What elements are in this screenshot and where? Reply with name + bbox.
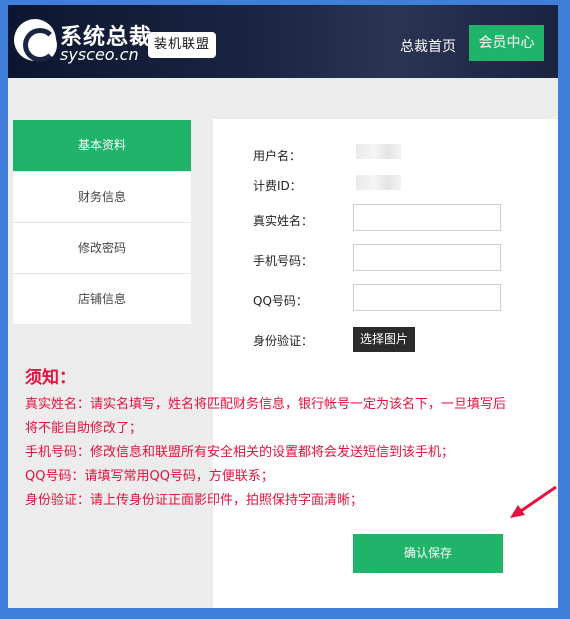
notice-block: 须知： 真实姓名：请实名填写，姓名将匹配财务信息，银行帐号一定为该名下，一旦填写… bbox=[25, 363, 555, 513]
nav-member-center[interactable]: 会员中心 bbox=[469, 25, 544, 61]
alliance-badge: 装机联盟 bbox=[148, 32, 216, 58]
red-arrow-icon bbox=[510, 485, 557, 518]
qq-label: QQ号码： bbox=[253, 294, 308, 308]
notice-title: 须知： bbox=[25, 368, 76, 388]
site-header: 系统总裁 sysceo.cn 装机联盟 总裁首页 会员中心 bbox=[8, 5, 558, 78]
billing-id-value-redacted bbox=[356, 175, 401, 190]
page-frame: 系统总裁 sysceo.cn 装机联盟 总裁首页 会员中心 基本资料 财务信息 … bbox=[8, 5, 558, 608]
sidebar-item-change-password[interactable]: 修改密码 bbox=[13, 222, 191, 273]
notice-line-id: 身份验证：请上传身份证正面影印件，拍照保持字面清晰； bbox=[25, 493, 364, 508]
id-verify-label: 身份验证： bbox=[253, 334, 314, 348]
choose-image-button[interactable]: 选择图片 bbox=[353, 327, 415, 352]
username-value-redacted bbox=[356, 144, 401, 159]
username-label: 用户名： bbox=[253, 149, 302, 163]
realname-input[interactable] bbox=[353, 204, 501, 231]
nav-home-link[interactable]: 总裁首页 bbox=[400, 36, 456, 56]
notice-line-realname: 真实姓名：请实名填写，姓名将匹配财务信息，银行帐号一定为该名下，一旦填写后 bbox=[25, 397, 507, 412]
realname-label: 真实姓名： bbox=[253, 214, 314, 228]
qq-input[interactable] bbox=[353, 284, 501, 311]
sidebar-item-finance[interactable]: 财务信息 bbox=[13, 171, 191, 222]
billing-id-label: 计费ID： bbox=[253, 179, 302, 193]
phone-input[interactable] bbox=[353, 244, 501, 271]
notice-line-realname-cont: 将不能自助修改了； bbox=[25, 421, 143, 436]
logo-domain: sysceo.cn bbox=[60, 45, 139, 64]
notice-line-phone: 手机号码：修改信息和联盟所有安全相关的设置都将会发送短信到该手机； bbox=[25, 445, 455, 460]
logo-icon bbox=[14, 19, 57, 62]
sidebar-item-basic-info[interactable]: 基本资料 bbox=[13, 120, 191, 171]
sidebar-item-shop-info[interactable]: 店铺信息 bbox=[13, 273, 191, 324]
confirm-save-button[interactable]: 确认保存 bbox=[353, 534, 503, 573]
notice-line-qq: QQ号码：请填写常用QQ号码，方便联系； bbox=[25, 469, 274, 484]
sidebar: 基本资料 财务信息 修改密码 店铺信息 bbox=[13, 120, 191, 324]
phone-label: 手机号码： bbox=[253, 254, 314, 268]
